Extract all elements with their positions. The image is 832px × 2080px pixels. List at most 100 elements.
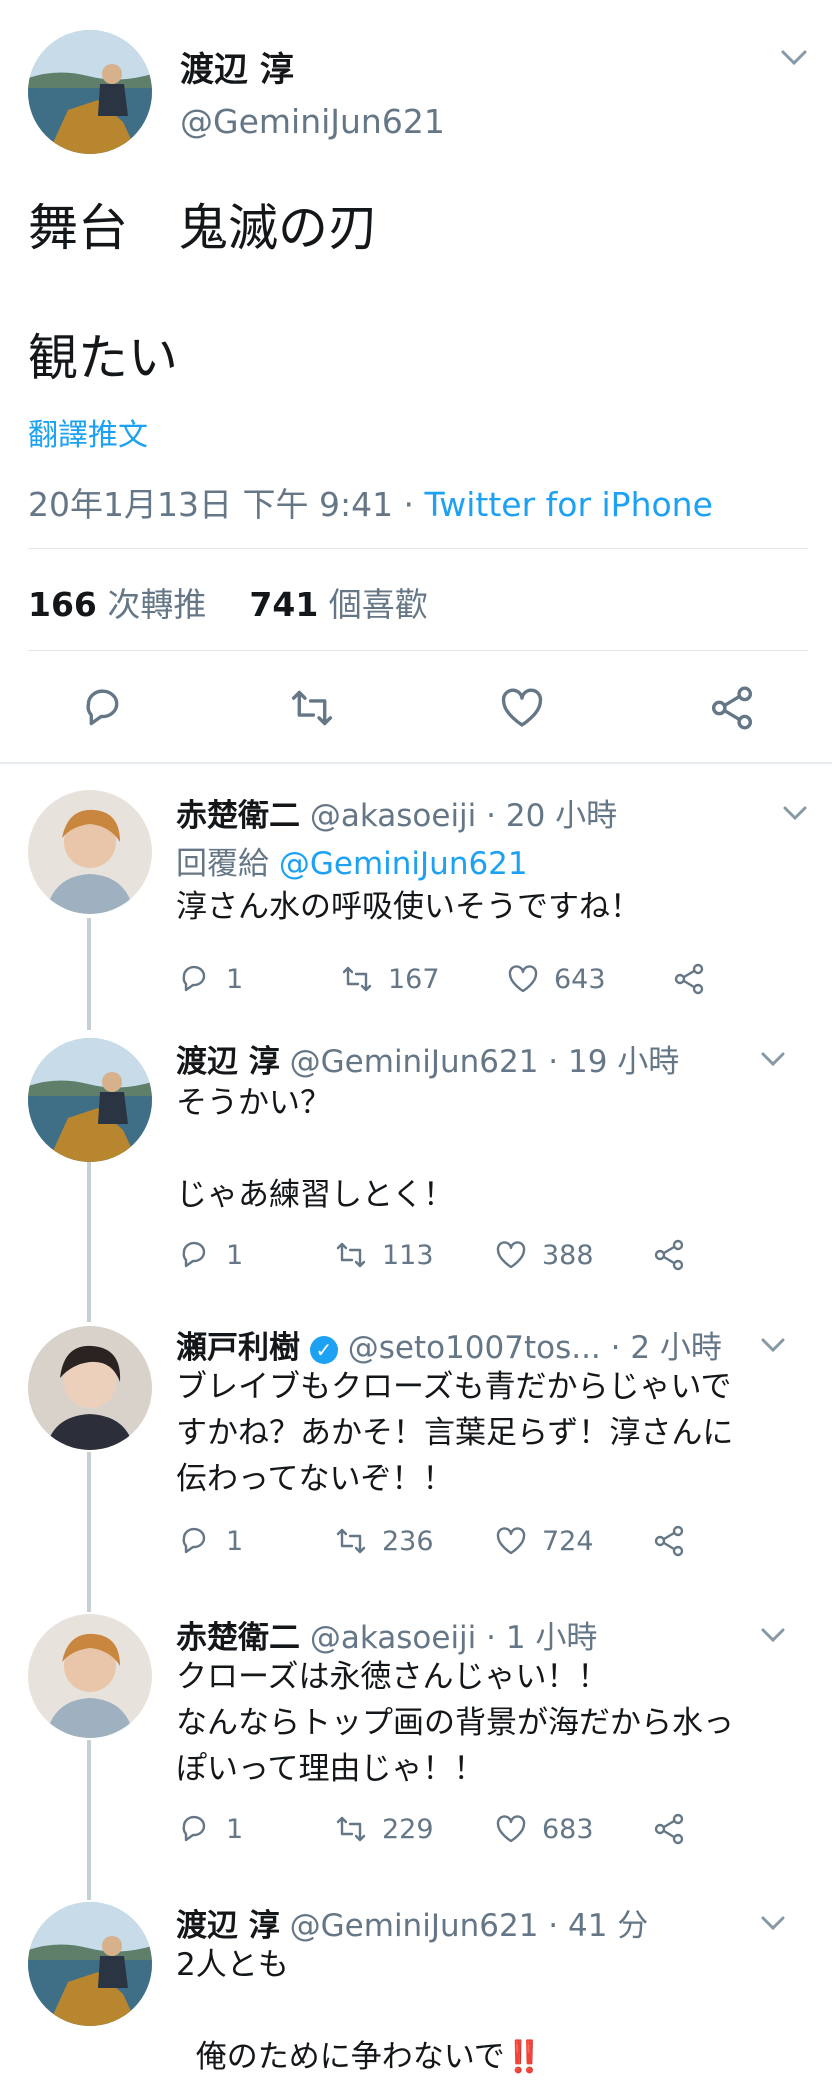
reply-text: ブレイブもクローズも青だからじゃいで すかね？あかそ！言葉足らず！淳さんに 伝わ… [176,1369,734,1497]
reply-header: 瀬戸利樹 ✓ @seto1007tos... · 2 小時 [176,1322,722,1367]
reply-text: そうかい？ じゃあ練習しとく！ [176,1085,455,1213]
reply-author-name[interactable]: 渡辺 淳 [176,1044,280,1080]
chevron-down-icon[interactable] [760,1626,786,1644]
like-icon [508,965,538,993]
reply-time: · 2 小時 [600,1330,722,1366]
tweet-text-line-2: 観たい [28,329,178,387]
reply-text: クローズは永徳さんじゃい！！ なんならトップ画の背景が海だから水っ ぽいって理由… [176,1659,734,1787]
share-icon [654,1525,684,1557]
reply-author-name[interactable]: 瀬戸利樹 [176,1330,300,1366]
like-button[interactable]: 683 [494,1812,594,1846]
like-button[interactable]: 643 [506,962,606,996]
tweet-text-line-1: 舞台 鬼滅の刃 [28,199,378,257]
retweet-button[interactable]: 113 [334,1238,434,1272]
chevron-down-icon[interactable] [780,48,808,68]
reply-count: 1 [226,1525,244,1557]
retweet-icon [336,1528,366,1554]
reply-to-label: 回覆給 [176,846,279,882]
reply-count: 1 [226,1239,244,1271]
reply-avatar[interactable] [28,1038,152,1162]
reply-author-handle[interactable]: @GeminiJun621 [290,1044,539,1080]
thread-line [87,918,91,1030]
share-icon [654,1813,684,1845]
like-icon[interactable] [498,684,546,732]
share-icon [654,1239,684,1271]
reply-header: 赤楚衛二 @akasoeiji · 1 小時 [176,1612,597,1657]
retweet-icon[interactable] [288,684,336,732]
retweet-count-link[interactable]: 166 次轉推 [28,585,206,624]
like-count: 388 [542,1239,594,1271]
share-button[interactable] [652,1238,686,1272]
chevron-down-icon[interactable] [760,1914,786,1932]
like-button[interactable]: 724 [494,1524,594,1558]
reply-icon [182,1815,206,1842]
author-handle[interactable]: @GeminiJun621 [180,102,445,141]
like-count-link[interactable]: 741 個喜歡 [249,585,427,624]
share-button[interactable] [672,962,706,996]
reply-avatar[interactable] [28,1902,152,2026]
retweet-button[interactable]: 167 [340,962,440,996]
reply-author-handle[interactable]: @akasoeiji [310,798,476,834]
reply-author-name[interactable]: 渡辺 淳 [176,1908,280,1944]
like-icon [496,1815,526,1843]
reply-author-handle[interactable]: @GeminiJun621 [290,1908,539,1944]
retweet-count: 113 [382,1239,434,1271]
translate-tweet-link[interactable]: 翻譯推文 [28,410,148,454]
retweets-count: 166 [28,585,97,624]
reply-text-line-2-text: 俺のために争わないで [195,2039,505,2075]
reply-icon [182,1241,206,1268]
author-name[interactable]: 渡辺 淳 [180,42,294,91]
reply-avatar[interactable] [28,790,152,914]
verified-badge-icon: ✓ [309,1335,338,1364]
like-count: 643 [554,963,606,995]
chevron-down-icon[interactable] [760,1336,786,1354]
chevron-down-icon[interactable] [760,1050,786,1068]
share-icon[interactable] [708,684,756,732]
reply-button[interactable]: 1 [178,1524,243,1558]
reply-button[interactable]: 1 [178,1812,243,1846]
reply-avatar[interactable] [28,1614,152,1738]
reply-header: 渡辺 淳 @GeminiJun621 · 41 分 [176,1900,648,1945]
tweet-timestamp: 20年1月13日 下午 9:41 · Twitter for iPhone [28,478,713,526]
reply-icon [182,1527,206,1554]
section-separator [0,762,832,764]
chevron-down-icon[interactable] [782,804,808,822]
reply-avatar[interactable] [28,1326,152,1450]
reply-time: · 19 小時 [538,1044,680,1080]
divider [28,548,808,549]
tweet-stats: 166 次轉推 741 個喜歡 [28,578,428,626]
reply-to-mention[interactable]: @GeminiJun621 [279,846,528,882]
like-count: 724 [542,1525,594,1557]
retweet-button[interactable]: 236 [334,1524,434,1558]
reply-icon[interactable] [80,684,128,732]
tweet-source-link[interactable]: Twitter for iPhone [425,485,713,524]
retweet-count: 236 [382,1525,434,1557]
reply-author-name[interactable]: 赤楚衛二 [176,798,300,834]
retweet-button[interactable]: 229 [334,1812,434,1846]
retweet-count: 229 [382,1813,434,1845]
reply-author-handle[interactable]: @akasoeiji [310,1620,476,1656]
reply-text-line-2: 俺のために争わないで‼️ [176,1988,544,2080]
share-icon [674,963,704,995]
share-button[interactable] [652,1812,686,1846]
reply-header: 渡辺 淳 @GeminiJun621 · 19 小時 [176,1036,679,1081]
reply-text: 淳さん水の呼吸使いそうですね！ [176,889,641,925]
tweet-time: 20年1月13日 下午 9:41 · [28,485,425,524]
reply-author-name[interactable]: 赤楚衛二 [176,1620,300,1656]
reply-text-line-1: 2人とも [176,1947,289,1983]
thread-line [87,1162,91,1322]
like-button[interactable]: 388 [494,1238,594,1272]
author-avatar[interactable] [28,30,152,154]
reply-count: 1 [226,1813,244,1845]
retweet-icon [336,1242,366,1268]
reply-time: · 41 分 [538,1908,649,1944]
retweets-label: 次轉推 [96,585,207,624]
reply-button[interactable]: 1 [178,1238,243,1272]
divider [28,650,808,651]
reply-to-line: 回覆給 @GeminiJun621 [176,838,528,883]
share-button[interactable] [652,1524,686,1558]
reply-icon [182,965,206,992]
reply-author-handle[interactable]: @seto1007tos... [348,1330,601,1366]
reply-button[interactable]: 1 [178,962,243,996]
like-count: 683 [542,1813,594,1845]
